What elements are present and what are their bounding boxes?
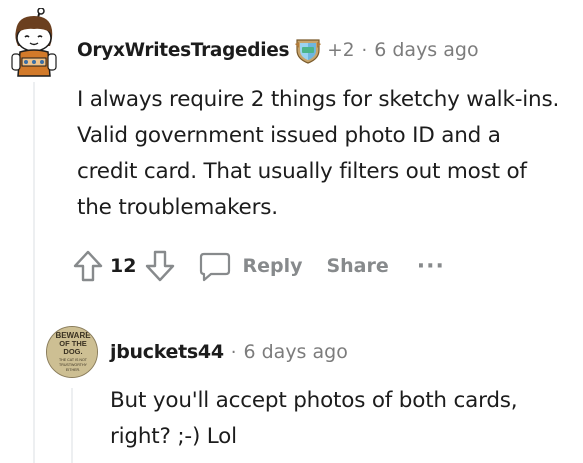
op-action-bar: 12 Reply Share ··· — [72, 246, 445, 286]
op-timestamp[interactable]: 6 days ago — [374, 39, 478, 61]
upvote-arrow-icon[interactable] — [72, 248, 104, 284]
svg-text:THE CAT IS NOT: THE CAT IS NOT — [59, 358, 88, 362]
speech-bubble-icon — [198, 250, 232, 282]
award-count: +2 — [327, 39, 355, 61]
reply-label: Reply — [242, 255, 303, 277]
reply-comment-header: jbuckets44 · 6 days ago — [110, 338, 348, 366]
reply-avatar[interactable]: BEWARE OF THE DOG. THE CAT IS NOT TRUSTW… — [46, 326, 98, 378]
op-comment-body: I always require 2 things for sketchy wa… — [77, 87, 560, 220]
svg-text:EITHER.: EITHER. — [66, 368, 80, 372]
snoo-avatar-icon — [11, 8, 57, 77]
separator-dot: · — [230, 341, 237, 363]
separator-dot: · — [361, 39, 368, 61]
reply-timestamp[interactable]: 6 days ago — [243, 341, 347, 363]
shield-award-icon[interactable] — [293, 36, 323, 64]
op-avatar[interactable] — [4, 8, 62, 78]
op-username[interactable]: OryxWritesTragedies — [77, 40, 290, 61]
more-dots-icon[interactable]: ··· — [417, 254, 445, 279]
op-comment-header: OryxWritesTragedies +2 · 6 days ago — [77, 36, 479, 64]
reply-button[interactable]: Reply — [186, 250, 302, 282]
reply-comment-body: But you'll accept photos of both cards, … — [110, 388, 518, 449]
downvote-arrow-icon[interactable] — [144, 248, 176, 284]
reply-thread-line[interactable] — [71, 388, 73, 463]
vote-count: 12 — [110, 255, 137, 277]
svg-text:DOG.: DOG. — [63, 347, 82, 356]
share-button[interactable]: Share — [326, 255, 388, 277]
svg-text:TRUSTWORTHY: TRUSTWORTHY — [59, 363, 87, 367]
op-thread-line[interactable] — [33, 82, 35, 463]
beware-sign-avatar-icon: BEWARE OF THE DOG. THE CAT IS NOT TRUSTW… — [47, 327, 97, 377]
reply-username[interactable]: jbuckets44 — [110, 341, 224, 363]
